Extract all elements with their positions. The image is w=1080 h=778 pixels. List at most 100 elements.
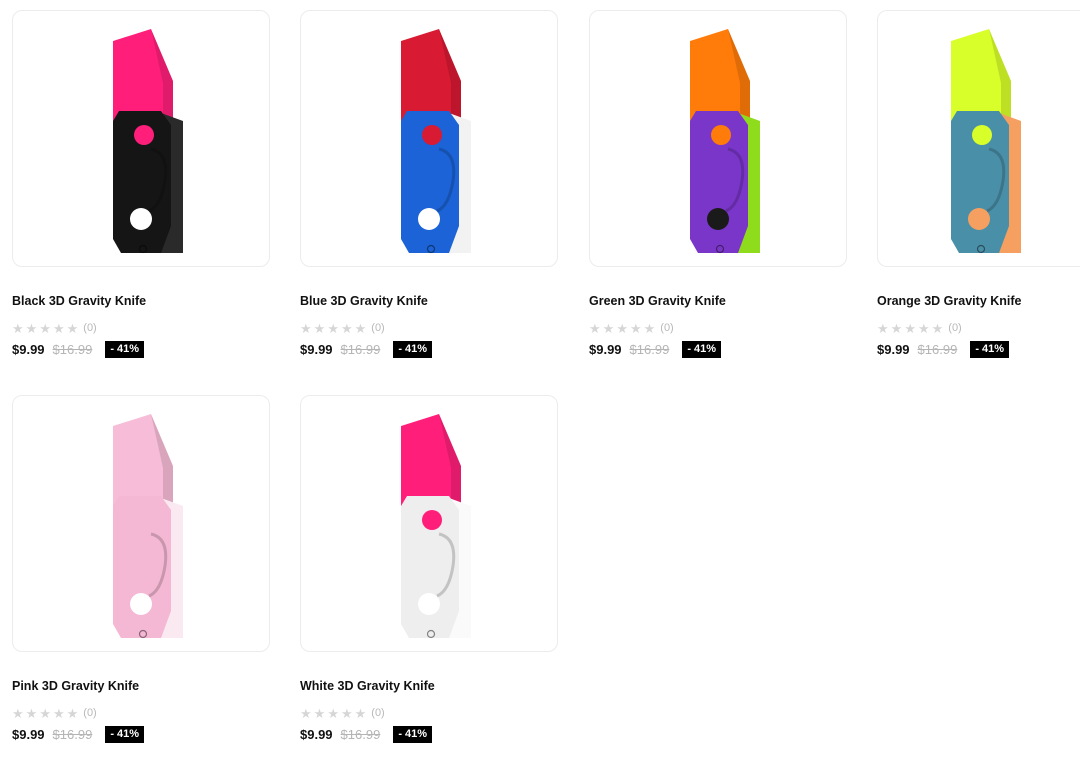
product-card[interactable]: Pink 3D Gravity Knife ★ ★ ★ ★ ★ (0) $9.99 $1… (12, 395, 274, 743)
product-image[interactable] (12, 10, 270, 267)
product-image[interactable] (300, 10, 558, 267)
star-icon: ★ (890, 320, 903, 336)
price-row: $9.99 $16.99 - 41% (300, 725, 562, 743)
knife-image (690, 29, 760, 254)
product-image[interactable] (877, 10, 1080, 267)
knife-bottom-hole (707, 208, 729, 230)
star-icon: ★ (313, 320, 326, 336)
product-title[interactable]: Green 3D Gravity Knife (589, 293, 851, 309)
product-card[interactable]: Orange 3D Gravity Knife ★ ★ ★ ★ ★ (0) $9.99 … (877, 10, 1080, 358)
star-icon: ★ (643, 320, 656, 336)
star-icon: ★ (52, 320, 65, 336)
sale-price: $9.99 (877, 341, 910, 357)
product-card[interactable]: White 3D Gravity Knife ★ ★ ★ ★ ★ (0) $9.99 $… (300, 395, 562, 743)
discount-badge: - 41% (682, 340, 722, 358)
product-rating: ★ ★ ★ ★ ★ (0) (877, 321, 1080, 335)
rating-count: (0) (660, 322, 674, 334)
knife-bottom-hole (130, 593, 152, 615)
product-rating: ★ ★ ★ ★ ★ (0) (589, 321, 851, 335)
star-icon: ★ (931, 320, 944, 336)
price-row: $9.99 $16.99 - 41% (12, 340, 274, 358)
sale-price: $9.99 (12, 726, 45, 742)
rating-stars: ★ ★ ★ ★ ★ (12, 322, 78, 335)
rating-count: (0) (371, 322, 385, 334)
rating-stars: ★ ★ ★ ★ ★ (12, 707, 78, 720)
star-icon: ★ (12, 320, 24, 336)
price-row: $9.99 $16.99 - 41% (12, 725, 274, 743)
star-icon: ★ (602, 320, 615, 336)
discount-badge: - 41% (393, 725, 433, 743)
discount-badge: - 41% (105, 725, 145, 743)
knife-top-hole (134, 125, 154, 145)
star-icon: ★ (25, 705, 38, 721)
rating-stars: ★ ★ ★ ★ ★ (300, 322, 366, 335)
product-grid: Black 3D Gravity Knife ★ ★ ★ ★ ★ (0) $9.99 $… (0, 0, 1080, 778)
knife-bottom-hole (968, 208, 990, 230)
star-icon: ★ (39, 705, 51, 721)
product-title[interactable]: Pink 3D Gravity Knife (12, 678, 274, 694)
knife-top-hole (422, 125, 442, 145)
discount-badge: - 41% (393, 340, 433, 358)
rating-count: (0) (371, 707, 385, 719)
price-row: $9.99 $16.99 - 41% (877, 340, 1080, 358)
star-icon: ★ (300, 705, 312, 721)
original-price: $16.99 (629, 341, 670, 357)
product-title[interactable]: Orange 3D Gravity Knife (877, 293, 1080, 309)
product-rating: ★ ★ ★ ★ ★ (0) (300, 321, 562, 335)
knife-image (113, 29, 183, 254)
star-icon: ★ (616, 320, 628, 336)
knife-bottom-hole (418, 208, 440, 230)
star-icon: ★ (354, 320, 367, 336)
product-card[interactable]: Black 3D Gravity Knife ★ ★ ★ ★ ★ (0) $9.99 $… (12, 10, 274, 358)
knife-top-hole (972, 125, 992, 145)
discount-badge: - 41% (970, 340, 1010, 358)
product-rating: ★ ★ ★ ★ ★ (0) (300, 706, 562, 720)
product-title[interactable]: Blue 3D Gravity Knife (300, 293, 562, 309)
rating-count: (0) (83, 707, 97, 719)
star-icon: ★ (327, 320, 339, 336)
knife-top-hole (711, 125, 731, 145)
sale-price: $9.99 (300, 341, 333, 357)
product-title[interactable]: Black 3D Gravity Knife (12, 293, 274, 309)
knife-image (401, 29, 471, 254)
price-row: $9.99 $16.99 - 41% (589, 340, 851, 358)
star-icon: ★ (589, 320, 601, 336)
star-icon: ★ (917, 320, 930, 336)
discount-badge: - 41% (105, 340, 145, 358)
sale-price: $9.99 (12, 341, 45, 357)
sale-price: $9.99 (300, 726, 333, 742)
star-icon: ★ (904, 320, 916, 336)
product-image[interactable] (589, 10, 847, 267)
original-price: $16.99 (917, 341, 958, 357)
original-price: $16.99 (52, 726, 93, 742)
rating-count: (0) (948, 322, 962, 334)
knife-top-hole (134, 510, 154, 530)
knife-bottom-hole (130, 208, 152, 230)
star-icon: ★ (629, 320, 642, 336)
star-icon: ★ (39, 320, 51, 336)
rating-stars: ★ ★ ★ ★ ★ (300, 707, 366, 720)
star-icon: ★ (66, 705, 79, 721)
product-image[interactable] (12, 395, 270, 652)
product-card[interactable]: Green 3D Gravity Knife ★ ★ ★ ★ ★ (0) $9.99 $… (589, 10, 851, 358)
star-icon: ★ (52, 705, 65, 721)
knife-image (113, 414, 183, 639)
sale-price: $9.99 (589, 341, 622, 357)
star-icon: ★ (12, 705, 24, 721)
product-title[interactable]: White 3D Gravity Knife (300, 678, 562, 694)
product-card[interactable]: Blue 3D Gravity Knife ★ ★ ★ ★ ★ (0) $9.99 $1… (300, 10, 562, 358)
star-icon: ★ (25, 320, 38, 336)
rating-stars: ★ ★ ★ ★ ★ (589, 322, 655, 335)
price-row: $9.99 $16.99 - 41% (300, 340, 562, 358)
star-icon: ★ (877, 320, 889, 336)
star-icon: ★ (354, 705, 367, 721)
knife-top-hole (422, 510, 442, 530)
original-price: $16.99 (52, 341, 93, 357)
product-image[interactable] (300, 395, 558, 652)
rating-stars: ★ ★ ★ ★ ★ (877, 322, 943, 335)
original-price: $16.99 (340, 726, 381, 742)
product-rating: ★ ★ ★ ★ ★ (0) (12, 321, 274, 335)
original-price: $16.99 (340, 341, 381, 357)
star-icon: ★ (66, 320, 79, 336)
product-rating: ★ ★ ★ ★ ★ (0) (12, 706, 274, 720)
